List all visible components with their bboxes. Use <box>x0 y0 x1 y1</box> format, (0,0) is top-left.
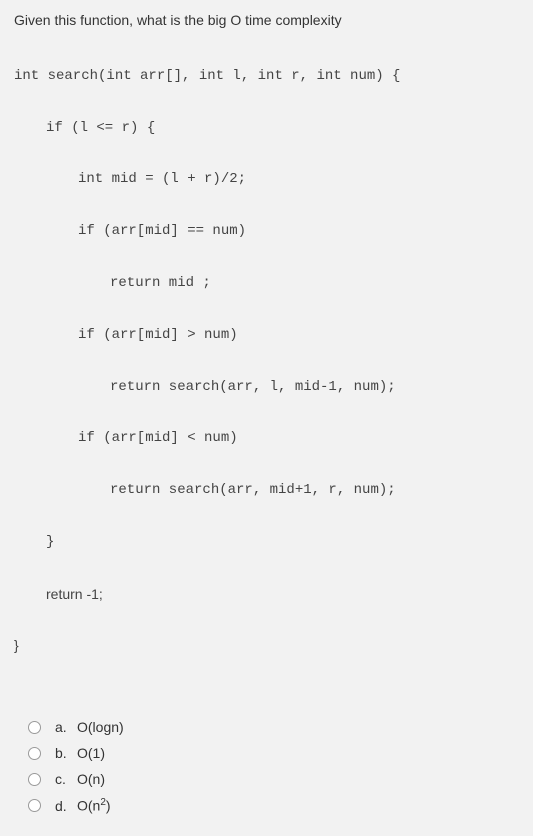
option-text: O(1) <box>77 745 105 761</box>
option-letter: a. <box>55 719 77 735</box>
option-d[interactable]: d. O(n2) <box>28 797 519 814</box>
code-line: if (arr[mid] > num) <box>14 323 519 349</box>
code-line: if (arr[mid] == num) <box>14 219 519 245</box>
code-line: return mid ; <box>14 271 519 297</box>
option-c[interactable]: c. O(n) <box>28 771 519 787</box>
code-line: int mid = (l + r)/2; <box>14 167 519 193</box>
radio-icon[interactable] <box>28 773 41 786</box>
radio-icon[interactable] <box>28 721 41 734</box>
option-b[interactable]: b. O(1) <box>28 745 519 761</box>
code-line: return search(arr, mid+1, r, num); <box>14 478 519 504</box>
option-letter: d. <box>55 798 77 814</box>
option-text: O(n) <box>77 771 105 787</box>
code-line: } <box>14 633 519 659</box>
radio-icon[interactable] <box>28 747 41 760</box>
code-line: if (arr[mid] < num) <box>14 426 519 452</box>
option-letter: b. <box>55 745 77 761</box>
code-line: } <box>14 530 519 556</box>
code-line: return -1; <box>14 582 519 608</box>
question-prompt: Given this function, what is the big O t… <box>14 12 519 28</box>
code-line: int search(int arr[], int l, int r, int … <box>14 64 519 90</box>
code-line: if (l <= r) { <box>14 116 519 142</box>
option-letter: c. <box>55 771 77 787</box>
code-line: return search(arr, l, mid-1, num); <box>14 375 519 401</box>
option-text: O(n2) <box>77 797 111 814</box>
code-block: int search(int arr[], int l, int r, int … <box>14 38 519 685</box>
option-text: O(logn) <box>77 719 124 735</box>
radio-icon[interactable] <box>28 799 41 812</box>
option-a[interactable]: a. O(logn) <box>28 719 519 735</box>
answer-options: a. O(logn) b. O(1) c. O(n) d. O(n2) <box>14 719 519 814</box>
